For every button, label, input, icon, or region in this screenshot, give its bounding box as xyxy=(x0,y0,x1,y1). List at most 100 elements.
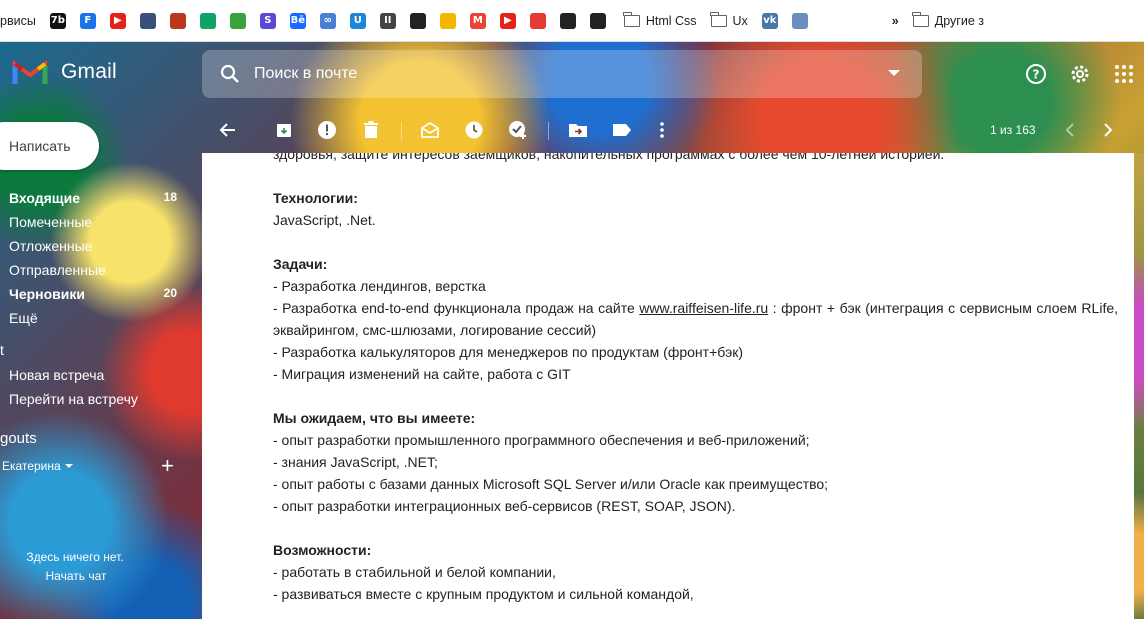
youtube-icon: ▶ xyxy=(109,12,126,29)
bookmark-7b[interactable]: 7b xyxy=(49,11,66,31)
task-item: - Миграция изменений на сайте, работа с … xyxy=(273,366,571,382)
folder-dark-icon xyxy=(139,12,156,29)
task-item: - Разработка калькуляторов для менеджеро… xyxy=(273,344,744,360)
bookmark-leaf[interactable] xyxy=(229,11,246,31)
report-spam-icon[interactable] xyxy=(317,120,337,140)
search-bar[interactable]: Поиск в почте xyxy=(202,50,922,98)
7b-icon: 7b xyxy=(49,12,66,29)
start-chat-link[interactable]: Начать чат xyxy=(0,569,152,583)
expectation-item: - знания JavaScript, .NET; xyxy=(273,454,438,470)
globe3-icon xyxy=(589,12,606,29)
leaf-icon xyxy=(229,12,246,29)
avatar-app-icon xyxy=(791,12,808,29)
bookmark-u-blue[interactable]: U xyxy=(349,11,366,31)
nav-item-label: Ещё xyxy=(9,310,38,326)
bookmark-red-app[interactable] xyxy=(529,11,546,31)
add-contact-plus-icon[interactable]: + xyxy=(161,455,174,477)
bookmark-avatar-app[interactable] xyxy=(791,11,808,31)
search-options-icon[interactable] xyxy=(888,70,900,76)
bookmark-folder-dark[interactable] xyxy=(139,11,156,31)
bookmark-folder-other[interactable]: Другие з xyxy=(912,11,984,31)
bookmark-label: Другие з xyxy=(934,13,984,28)
gmail-logo[interactable]: Gmail xyxy=(12,58,117,86)
task-text: - Разработка end-to-end функционала прод… xyxy=(273,300,640,316)
back-arrow-icon[interactable] xyxy=(218,120,238,140)
task-item: - Разработка end-to-end функционала прод… xyxy=(273,297,1118,341)
settings-gear-icon[interactable] xyxy=(1068,62,1092,86)
folder-icon xyxy=(710,11,727,27)
meet-section-title: t xyxy=(0,342,4,358)
bookmark-folder-ux[interactable]: Ux xyxy=(710,11,748,31)
apps-grid-icon[interactable] xyxy=(1112,62,1136,86)
behance-icon: Bē xyxy=(289,12,306,29)
bookmark-globe1[interactable] xyxy=(409,11,426,31)
nav-item[interactable]: Ещё xyxy=(9,310,189,326)
move-to-icon[interactable] xyxy=(568,120,588,140)
no-chats-message: Здесь ничего нет. xyxy=(26,550,124,564)
hangouts-user-menu[interactable]: Екатерина xyxy=(2,459,73,473)
bookmark-youtube2[interactable]: ▶ xyxy=(499,11,516,31)
nav-item[interactable]: Отложенные xyxy=(9,238,189,254)
snooze-clock-icon[interactable] xyxy=(464,120,484,140)
hangouts-section-title: gouts xyxy=(0,430,37,447)
older-chevron-right-icon[interactable] xyxy=(1098,120,1118,140)
f-circle-icon: F xyxy=(79,12,96,29)
bookmark-f-circle[interactable]: F xyxy=(79,11,96,31)
help-icon[interactable]: ? xyxy=(1024,62,1048,86)
vk-icon: vk xyxy=(761,12,778,29)
technologies-heading: Технологии: xyxy=(273,190,358,206)
search-input[interactable]: Поиск в почте xyxy=(254,65,357,83)
meet-new-meeting-link[interactable]: Новая встреча xyxy=(9,367,104,383)
bookmark-globe2[interactable] xyxy=(559,11,576,31)
dropdown-caret-icon xyxy=(64,464,73,468)
bookmark-youtube[interactable]: ▶ xyxy=(109,11,126,31)
nav-item-label: Помеченные xyxy=(9,214,93,230)
compose-button[interactable]: Написать xyxy=(0,122,99,170)
archive-icon[interactable] xyxy=(274,120,294,140)
label-tag-icon[interactable] xyxy=(612,120,632,140)
nav-item[interactable]: Помеченные xyxy=(9,214,189,230)
newer-chevron-left-icon[interactable] xyxy=(1060,120,1080,140)
add-to-tasks-icon[interactable] xyxy=(508,120,528,140)
bookmark-globe3[interactable] xyxy=(589,11,606,31)
bookmark-gmail[interactable]: M xyxy=(469,11,486,31)
drive-icon xyxy=(439,12,456,29)
bookmark-behance[interactable]: Bē xyxy=(289,11,306,31)
search-icon[interactable] xyxy=(220,64,240,84)
bookmark-grid-red[interactable] xyxy=(169,11,186,31)
bookmark-pause[interactable]: II xyxy=(379,11,396,31)
bookmark-drive[interactable] xyxy=(439,11,456,31)
youtube2-icon: ▶ xyxy=(499,12,516,29)
expectations-heading: Мы ожидаем, что вы имеете: xyxy=(273,410,476,426)
nav-item[interactable]: Отправленные xyxy=(9,262,189,278)
nav-item[interactable]: Черновики 20 xyxy=(9,286,189,302)
red-app-icon xyxy=(529,12,546,29)
bookmarks-bar: рвисы 7b F ▶ S Bē ∞ U II M ▶ Html Css Ux vk » Дру… xyxy=(0,0,1144,42)
nav-item-label: Отправленные xyxy=(9,262,106,278)
bookmark-link[interactable]: ∞ xyxy=(319,11,336,31)
tasks-heading: Задачи: xyxy=(273,256,328,272)
bookmark-drop[interactable] xyxy=(199,11,216,31)
bookmark-services-partial[interactable]: рвисы xyxy=(0,11,36,31)
meet-join-meeting-link[interactable]: Перейти на встречу xyxy=(9,391,138,407)
globe1-icon xyxy=(409,12,426,29)
toolbar-divider xyxy=(401,122,402,140)
gmail-icon: M xyxy=(469,12,486,29)
message-toolbar: 1 из 163 xyxy=(202,112,1134,150)
bookmark-more-button[interactable]: » xyxy=(892,11,899,31)
bookmark-s-purple[interactable]: S xyxy=(259,11,276,31)
folder-icon xyxy=(623,11,640,27)
bookmark-vk[interactable]: vk xyxy=(761,11,778,31)
raiffeisen-life-link[interactable]: www.raiffeisen-life.ru xyxy=(639,300,768,316)
pagination-count: 1 из 163 xyxy=(990,123,1036,137)
bookmark-folder-html-css[interactable]: Html Css xyxy=(623,11,697,31)
page-scrollbar[interactable] xyxy=(1134,153,1144,619)
nav-item-label: Черновики xyxy=(9,286,86,302)
gmail-m-icon xyxy=(12,60,48,84)
nav-item[interactable]: Входящие 18 xyxy=(9,190,189,206)
nav-item-label: Входящие xyxy=(9,190,80,206)
more-vertical-icon[interactable] xyxy=(652,120,672,140)
expectation-item: - опыт работы с базами данных Microsoft … xyxy=(273,476,829,492)
delete-trash-icon[interactable] xyxy=(361,120,381,140)
mark-unread-icon[interactable] xyxy=(420,120,440,140)
